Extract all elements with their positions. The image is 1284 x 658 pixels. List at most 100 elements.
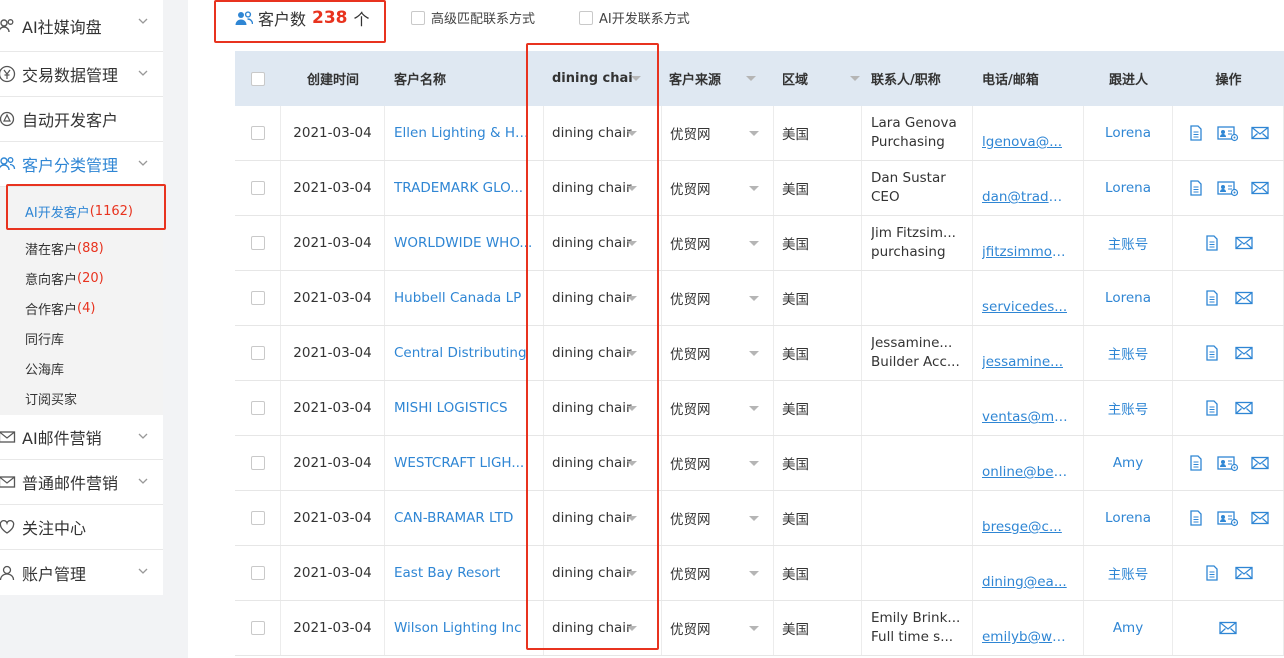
table-row[interactable]: 2021-03-04 TRADEMARK GLO... dining chair 优贸…: [235, 161, 1284, 216]
col-created[interactable]: 创建时间: [281, 51, 385, 106]
nav-auto-develop[interactable]: 自动开发客户: [0, 97, 163, 142]
row-checkbox[interactable]: [250, 126, 265, 140]
category-select[interactable]: dining chair: [544, 216, 662, 270]
customer-name-link[interactable]: MISHI LOGISTICS: [394, 400, 508, 416]
mail-icon[interactable]: [1233, 344, 1255, 362]
email-link[interactable]: jfitzsimmon...: [982, 244, 1068, 260]
ai-contact-option[interactable]: AI开发联系方式: [579, 8, 690, 27]
customer-name-link[interactable]: Central Distributing: [394, 345, 527, 361]
card-icon[interactable]: [1217, 124, 1239, 142]
row-checkbox[interactable]: [250, 181, 265, 195]
email-link[interactable]: servicedes...: [982, 299, 1067, 315]
mail-icon[interactable]: [1249, 124, 1271, 142]
card-icon[interactable]: [1217, 179, 1239, 197]
row-checkbox[interactable]: [250, 401, 265, 415]
source-select[interactable]: 优贸网: [662, 216, 774, 270]
doc-icon[interactable]: [1201, 344, 1223, 362]
email-link[interactable]: emilyb@wi...: [982, 629, 1068, 645]
email-link[interactable]: lgenova@...: [982, 134, 1062, 150]
row-checkbox[interactable]: [250, 621, 265, 635]
doc-icon[interactable]: [1185, 509, 1207, 527]
doc-icon[interactable]: [1185, 124, 1207, 142]
nav-trade-data[interactable]: 交易数据管理: [0, 52, 163, 97]
mail-icon[interactable]: [1233, 564, 1255, 582]
category-select[interactable]: dining chair: [544, 546, 662, 600]
ai-contact-checkbox[interactable]: [579, 10, 593, 25]
category-select[interactable]: dining chair: [544, 436, 662, 490]
source-select[interactable]: 优贸网: [662, 491, 774, 545]
doc-icon[interactable]: [1185, 179, 1207, 197]
customer-name-link[interactable]: Hubbell Canada LP: [394, 290, 521, 306]
sub-ai-customers[interactable]: AI开发客户 (1162): [0, 189, 163, 233]
customer-name-link[interactable]: CAN-BRAMAR LTD: [394, 510, 513, 526]
sub-potential[interactable]: 潜在客户 (88): [0, 233, 163, 263]
nav-ai-social[interactable]: AI社媒询盘: [0, 0, 163, 52]
nav-ai-mail[interactable]: AI邮件营销: [0, 415, 163, 460]
doc-icon[interactable]: [1201, 564, 1223, 582]
follower-link[interactable]: Lorena: [1105, 125, 1151, 141]
category-select[interactable]: dining chair: [544, 106, 662, 160]
card-icon[interactable]: [1217, 454, 1239, 472]
row-checkbox[interactable]: [250, 456, 265, 470]
follower-link[interactable]: Lorena: [1105, 180, 1151, 196]
doc-icon[interactable]: [1185, 454, 1207, 472]
source-select[interactable]: 优贸网: [662, 601, 774, 655]
source-select[interactable]: 优贸网: [662, 381, 774, 435]
category-select[interactable]: dining chair: [544, 271, 662, 325]
mail-icon[interactable]: [1249, 179, 1271, 197]
category-select[interactable]: dining chair: [544, 161, 662, 215]
doc-icon[interactable]: [1201, 399, 1223, 417]
source-select[interactable]: 优贸网: [662, 326, 774, 380]
customer-name-link[interactable]: Wilson Lighting Inc: [394, 620, 522, 636]
source-select[interactable]: 优贸网: [662, 546, 774, 600]
customer-name-link[interactable]: WESTCRAFT LIGH...: [394, 455, 524, 471]
table-row[interactable]: 2021-03-04 WESTCRAFT LIGH... dining chair 优…: [235, 436, 1284, 491]
nav-normal-mail[interactable]: 普通邮件营销: [0, 460, 163, 505]
row-checkbox[interactable]: [250, 566, 265, 580]
nav-account[interactable]: 账户管理: [0, 550, 163, 595]
doc-icon[interactable]: [1201, 234, 1223, 252]
advanced-match-checkbox[interactable]: [411, 10, 425, 25]
source-select[interactable]: 优贸网: [662, 436, 774, 490]
nav-follow-center[interactable]: 关注中心: [0, 505, 163, 550]
sub-intent[interactable]: 意向客户 (20): [0, 263, 163, 293]
category-select[interactable]: dining chair: [544, 491, 662, 545]
category-select[interactable]: dining chair: [544, 326, 662, 380]
email-link[interactable]: ventas@mi...: [982, 409, 1068, 425]
follower-link[interactable]: Lorena: [1105, 290, 1151, 306]
sub-subscribe[interactable]: 订阅买家: [0, 383, 163, 413]
source-select[interactable]: 优贸网: [662, 106, 774, 160]
customer-name-link[interactable]: East Bay Resort: [394, 565, 500, 581]
table-row[interactable]: 2021-03-04 Ellen Lighting & Har... dining …: [235, 106, 1284, 161]
advanced-match-option[interactable]: 高级匹配联系方式: [411, 8, 535, 27]
email-link[interactable]: online@bel...: [982, 464, 1068, 480]
follower-link[interactable]: 主账号: [1108, 233, 1149, 253]
col-source-filter[interactable]: 客户来源: [662, 51, 774, 106]
table-row[interactable]: 2021-03-04 East Bay Resort dining chair 优贸网…: [235, 546, 1284, 601]
row-checkbox[interactable]: [250, 511, 265, 525]
table-row[interactable]: 2021-03-04 Hubbell Canada LP dining chair 优…: [235, 271, 1284, 326]
customer-name-link[interactable]: TRADEMARK GLO...: [394, 180, 523, 196]
mail-icon[interactable]: [1249, 454, 1271, 472]
row-checkbox[interactable]: [250, 346, 265, 360]
nav-customer-category[interactable]: 客户分类管理: [0, 142, 163, 187]
table-row[interactable]: 2021-03-04 MISHI LOGISTICS dining chair 优贸网…: [235, 381, 1284, 436]
select-all-checkbox[interactable]: [251, 71, 265, 86]
mail-icon[interactable]: [1233, 234, 1255, 252]
table-row[interactable]: 2021-03-04 WORLDWIDE WHO... dining chair 优贸…: [235, 216, 1284, 271]
email-link[interactable]: bresge@c...: [982, 519, 1062, 535]
row-checkbox[interactable]: [250, 236, 265, 250]
row-checkbox[interactable]: [250, 291, 265, 305]
sub-public[interactable]: 公海库: [0, 353, 163, 383]
col-name[interactable]: 客户名称: [385, 51, 544, 106]
table-row[interactable]: 2021-03-04 Central Distributing dining cha…: [235, 326, 1284, 381]
follower-link[interactable]: 主账号: [1108, 398, 1149, 418]
sub-peer[interactable]: 同行库: [0, 323, 163, 353]
follower-link[interactable]: Amy: [1113, 620, 1143, 636]
email-link[interactable]: dining@ea...: [982, 574, 1067, 590]
customer-name-link[interactable]: WORLDWIDE WHO...: [394, 235, 532, 251]
table-row[interactable]: 2021-03-04 Wilson Lighting Inc dining chai…: [235, 601, 1284, 656]
source-select[interactable]: 优贸网: [662, 161, 774, 215]
follower-link[interactable]: Lorena: [1105, 510, 1151, 526]
col-region-filter[interactable]: 区域: [774, 51, 862, 106]
